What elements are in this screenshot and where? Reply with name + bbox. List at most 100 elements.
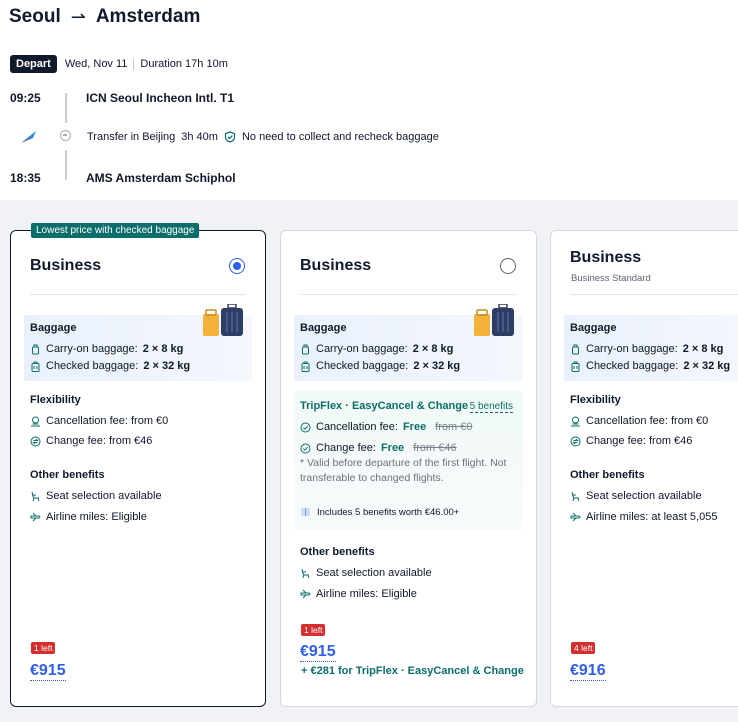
seat-selection: Seat selection available <box>586 490 702 502</box>
timeline-line <box>65 150 67 180</box>
seat-selection: Seat selection available <box>316 567 432 579</box>
checked-bag-value: 2 × 32 kg <box>143 360 191 372</box>
seat-selection: Seat selection available <box>46 490 162 502</box>
tripflex-change-line: Change fee: Free from €46 <box>300 442 457 454</box>
departure-time: 09:25 <box>10 91 41 105</box>
divider <box>133 58 135 70</box>
seat-icon <box>30 491 41 502</box>
miles-icon <box>300 589 311 600</box>
depart-badge: Depart <box>10 55 57 73</box>
baggage-title: Baggage <box>30 322 77 334</box>
carry-on-line: Carry-on baggage: 2 × 8 kg <box>570 343 723 355</box>
airline-miles-line: Airline miles: Eligible <box>30 511 147 523</box>
carry-on-label: Carry-on baggage: <box>316 343 408 355</box>
tripflex-includes: Includes 5 benefits worth €46.00+ <box>300 505 459 520</box>
change-label: Change fee: <box>316 442 376 454</box>
fare-card-3[interactable]: Business Business Standard Baggage Carry… <box>550 230 738 707</box>
seat-selection-line: Seat selection available <box>570 490 702 502</box>
transfer-dot-icon <box>60 130 71 141</box>
fare-radio-selected[interactable] <box>229 258 245 274</box>
tripflex-note: * Valid before departure of the first fl… <box>300 457 507 484</box>
transfer-city: Transfer in Beijing <box>87 131 176 143</box>
change-fee: Change fee: from €46 <box>586 435 693 447</box>
airline-miles: Airline miles: at least 5,055 <box>586 511 718 523</box>
checked-bag-icon <box>30 361 41 372</box>
seats-left-badge: 1 left <box>301 624 326 636</box>
flexibility-title: Flexibility <box>570 394 621 406</box>
checked-bag-value: 2 × 32 kg <box>683 360 731 372</box>
carry-on-icon <box>570 344 581 355</box>
transfer-duration: 3h 40m <box>181 131 218 143</box>
seat-selection-line: Seat selection available <box>300 567 432 579</box>
airline-miles-line: Airline miles: at least 5,055 <box>570 511 717 523</box>
cancellation-line: Cancellation fee: from €0 <box>570 415 708 427</box>
change-original: from €46 <box>413 442 457 454</box>
shield-check-icon <box>224 131 236 143</box>
baggage-title: Baggage <box>570 322 617 334</box>
checked-bag-line: Checked baggage: 2 × 32 kg <box>570 360 730 372</box>
origin-city: Seoul <box>9 6 61 27</box>
change-line: Change fee: from €46 <box>570 435 692 447</box>
miles-icon <box>570 512 581 523</box>
arrival-airport: AMS Amsterdam Schiphol <box>86 171 236 185</box>
departure-airport: ICN Seoul Incheon Intl. T1 <box>86 91 235 105</box>
fare-subtitle: Business Standard <box>571 273 651 284</box>
carry-on-value: 2 × 8 kg <box>412 343 454 355</box>
transfer-info: Transfer in Beijing 3h 40m No need to co… <box>87 131 439 143</box>
seats-left-badge: 4 left <box>571 642 596 654</box>
checked-bag-label: Checked baggage: <box>316 360 409 372</box>
divider <box>30 294 246 295</box>
seat-selection-line: Seat selection available <box>30 490 162 502</box>
cancellation-fee: Cancellation fee: from €0 <box>46 415 169 427</box>
luggage-illustration <box>472 303 518 343</box>
fare-card-1[interactable]: Lowest price with checked baggage Busine… <box>10 223 266 707</box>
airline-miles: Airline miles: Eligible <box>46 511 147 523</box>
fare-radio[interactable] <box>500 258 516 274</box>
fare-title: Business <box>570 249 642 266</box>
change-fee-icon <box>570 436 581 447</box>
depart-info: Depart Wed, Nov 11 Duration 17h 10m <box>10 55 228 73</box>
check-circle-icon <box>300 443 311 454</box>
checked-bag-value: 2 × 32 kg <box>413 360 461 372</box>
other-benefits-title: Other benefits <box>30 469 105 481</box>
destination-city: Amsterdam <box>95 6 201 27</box>
carry-on-label: Carry-on baggage: <box>46 343 138 355</box>
carry-on-line: Carry-on baggage: 2 × 8 kg <box>300 343 453 355</box>
airline-miles: Airline miles: Eligible <box>316 588 417 600</box>
cancel-fee-icon <box>570 416 581 427</box>
tripflex-title: TripFlex · EasyCancel & Change <box>300 400 469 412</box>
baggage-note: No need to collect and recheck baggage <box>241 131 439 143</box>
checked-bag-line: Checked baggage: 2 × 32 kg <box>30 360 190 372</box>
change-fee-icon <box>30 436 41 447</box>
check-circle-icon <box>300 422 311 433</box>
checked-bag-line: Checked baggage: 2 × 32 kg <box>300 360 460 372</box>
plane-logo-icon <box>20 130 38 149</box>
seat-icon <box>570 491 581 502</box>
cancellation-line: Cancellation fee: from €0 <box>30 415 168 427</box>
fare-card-2[interactable]: Business Baggage Carry-on baggage: 2 × 8 … <box>280 230 537 707</box>
tripflex-benefits-link[interactable]: 5 benefits <box>469 401 513 413</box>
airline-miles-line: Airline miles: Eligible <box>300 588 417 600</box>
checked-bag-icon <box>300 361 311 372</box>
divider <box>300 294 517 295</box>
fare-price[interactable]: €916 <box>570 662 606 681</box>
tripflex-cancel-line: Cancellation fee: Free from €0 <box>300 421 473 433</box>
trip-duration: Duration 17h 10m <box>140 58 228 70</box>
other-benefits-title: Other benefits <box>570 469 645 481</box>
carry-on-label: Carry-on baggage: <box>586 343 678 355</box>
carry-on-icon <box>30 344 41 355</box>
miles-icon <box>30 512 41 523</box>
depart-date: Wed, Nov 11 <box>64 58 128 70</box>
checked-bag-icon <box>570 361 581 372</box>
fare-price[interactable]: €915 <box>300 643 336 662</box>
fare-price[interactable]: €915 <box>30 662 66 681</box>
route-title: Seoul ⇀ Amsterdam <box>9 6 200 28</box>
tripflex-price[interactable]: + €281 for TripFlex · EasyCancel & Chang… <box>301 665 524 677</box>
timeline-line <box>65 93 67 123</box>
cancellation-free: Free <box>402 421 427 433</box>
change-fee: Change fee: from €46 <box>46 435 153 447</box>
cancellation-original: from €0 <box>435 421 473 433</box>
cancel-fee-icon <box>30 416 41 427</box>
baggage-title: Baggage <box>300 322 347 334</box>
carry-on-value: 2 × 8 kg <box>142 343 184 355</box>
